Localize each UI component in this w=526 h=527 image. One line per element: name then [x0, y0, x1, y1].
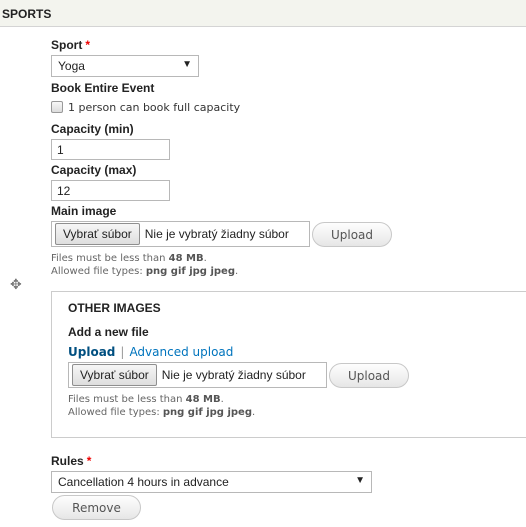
types-help-value: png gif jpg jpeg: [162, 407, 252, 418]
rules-label-text: Rules: [51, 454, 84, 468]
capacity-max-label: Capacity (max): [51, 163, 137, 177]
sport-select[interactable]: Yoga ▼: [51, 55, 199, 77]
section-title: SPORTS: [2, 7, 52, 21]
size-help-value: 48 MB: [185, 394, 221, 405]
size-help-suffix: .: [203, 253, 207, 264]
rules-remove-button[interactable]: Remove: [52, 495, 141, 520]
sports-form: Sport * Yoga ▼ Book Entire Event 1 person…: [0, 27, 526, 527]
size-help-suffix: .: [220, 394, 224, 405]
main-image-size-help: Files must be less than 48 MB.: [51, 252, 207, 265]
types-help-text: Allowed file types:: [68, 407, 163, 418]
rules-select-value: Cancellation 4 hours in advance: [58, 475, 229, 489]
other-images-title: OTHER IMAGES: [68, 301, 161, 315]
section-header-sports: SPORTS: [0, 0, 526, 27]
book-entire-checkbox-label[interactable]: 1 person can book full capacity: [68, 101, 240, 114]
main-image-label: Main image: [51, 204, 117, 218]
other-images-file-input[interactable]: Vybrať súbor Nie je vybratý žiadny súbor: [68, 362, 327, 388]
other-images-size-help: Files must be less than 48 MB.: [68, 393, 224, 406]
sport-label-text: Sport: [51, 38, 83, 52]
main-image-file-input[interactable]: Vybrať súbor Nie je vybratý žiadny súbor: [51, 221, 310, 247]
main-image-upload-button[interactable]: Upload: [312, 222, 392, 247]
types-help-text: Allowed file types:: [51, 266, 146, 277]
required-marker: *: [86, 454, 92, 468]
rules-select[interactable]: Cancellation 4 hours in advance ▼: [51, 471, 372, 493]
choose-file-button[interactable]: Vybrať súbor: [72, 364, 157, 386]
size-help-value: 48 MB: [168, 253, 204, 264]
sport-label: Sport *: [51, 38, 90, 52]
other-images-upload-button[interactable]: Upload: [329, 363, 409, 388]
sport-select-value: Yoga: [58, 59, 85, 73]
no-file-text: Nie je vybratý žiadny súbor: [144, 227, 289, 241]
main-image-types-help: Allowed file types: png gif jpg jpeg.: [51, 265, 238, 278]
move-icon[interactable]: ✥: [10, 277, 22, 293]
add-new-file-label: Add a new file: [68, 325, 149, 339]
chevron-down-icon: ▼: [182, 59, 192, 70]
book-entire-label: Book Entire Event: [51, 81, 155, 95]
choose-file-button[interactable]: Vybrať súbor: [55, 223, 140, 245]
capacity-min-input[interactable]: 1: [51, 139, 170, 160]
upload-mode-links: Upload | Advanced upload: [68, 345, 233, 359]
other-images-types-help: Allowed file types: png gif jpg jpeg.: [68, 406, 255, 419]
no-file-text: Nie je vybratý žiadny súbor: [161, 368, 306, 382]
other-images-fieldset: OTHER IMAGES Add a new file Upload | Advan…: [51, 291, 526, 438]
capacity-max-input[interactable]: 12: [51, 180, 170, 201]
chevron-down-icon: ▼: [355, 475, 365, 486]
rules-label: Rules *: [51, 454, 91, 468]
types-help-value: png gif jpg jpeg: [145, 266, 235, 277]
types-help-suffix: .: [234, 266, 239, 277]
capacity-min-label: Capacity (min): [51, 122, 134, 136]
advanced-upload-link[interactable]: Advanced upload: [129, 345, 233, 359]
book-entire-checkbox[interactable]: [51, 101, 63, 113]
size-help-text: Files must be less than: [51, 253, 169, 264]
required-marker: *: [85, 38, 91, 52]
link-separator: |: [120, 345, 125, 359]
types-help-suffix: .: [251, 407, 256, 418]
size-help-text: Files must be less than: [68, 394, 186, 405]
upload-link[interactable]: Upload: [68, 345, 115, 359]
